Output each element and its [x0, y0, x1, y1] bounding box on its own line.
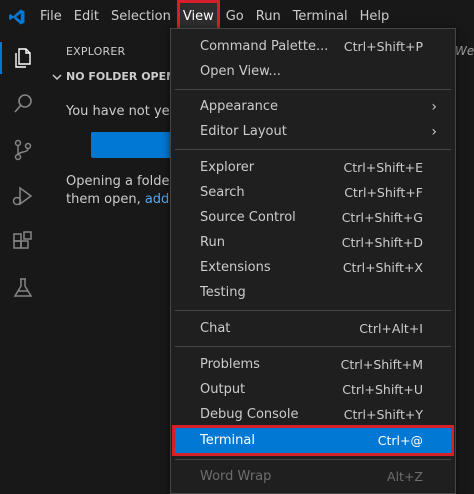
menu-item-label: Appearance [200, 99, 279, 114]
menu-item-shortcut: Ctrl+Shift+G [341, 210, 423, 225]
menu-item-shortcut: Ctrl+Alt+I [359, 321, 423, 336]
menu-item-word-wrap[interactable]: Word Wrap Alt+Z [175, 464, 451, 489]
menu-item-shortcut: Ctrl+Shift+E [343, 160, 424, 175]
menu-item-shortcut: Ctrl+Shift+F [344, 185, 423, 200]
menu-item-explorer[interactable]: Explorer Ctrl+Shift+E [175, 155, 451, 180]
menu-item-output[interactable]: Output Ctrl+Shift+U [175, 377, 451, 402]
menu-item-label: Open View... [200, 64, 281, 79]
menu-item-extensions[interactable]: Extensions Ctrl+Shift+X [175, 255, 451, 280]
menu-item-shortcut: Ctrl+Shift+P [343, 39, 423, 54]
menu-item-label: Debug Console [200, 407, 299, 422]
menu-item-search[interactable]: Search Ctrl+Shift+F [175, 180, 451, 205]
menu-item-label: Extensions [200, 260, 271, 275]
menu-item-label: Explorer [200, 160, 255, 175]
menu-item-shortcut: Alt+Z [387, 469, 423, 484]
source-control-icon[interactable] [0, 132, 46, 168]
menu-item-shortcut: Ctrl+Shift+D [341, 235, 423, 250]
menu-item-label: Search [200, 185, 245, 200]
menu-file[interactable]: File [34, 0, 68, 34]
menu-item-shortcut: Ctrl+Shift+X [342, 260, 423, 275]
menu-item-command-palette[interactable]: Command Palette... Ctrl+Shift+P [175, 34, 451, 59]
search-peek-text: We [455, 44, 474, 58]
menu-item-debug-console[interactable]: Debug Console Ctrl+Shift+Y [175, 402, 451, 427]
menu-item-chat[interactable]: Chat Ctrl+Alt+I [175, 316, 451, 341]
testing-icon[interactable] [0, 270, 46, 306]
menu-item-label: Command Palette... [200, 39, 329, 54]
run-debug-icon[interactable] [0, 178, 46, 214]
no-folder-message: You have not yet o [66, 104, 187, 119]
menu-separator [175, 310, 451, 311]
sidebar-title: EXPLORER [66, 45, 126, 58]
menu-item-terminal[interactable]: Terminal Ctrl+@ [172, 425, 454, 456]
chevron-down-icon [52, 73, 62, 80]
menu-item-editor-layout[interactable]: Editor Layout › [175, 119, 451, 144]
menu-item-label: Testing [200, 285, 246, 300]
menu-item-problems[interactable]: Problems Ctrl+Shift+M [175, 352, 451, 377]
menu-item-label: Output [200, 382, 246, 397]
menu-item-label: Problems [200, 357, 260, 372]
menu-item-shortcut: Ctrl+Shift+M [340, 357, 423, 372]
search-icon[interactable] [0, 86, 46, 122]
explorer-icon[interactable] [0, 40, 46, 76]
view-menu-dropdown: Command Palette... Ctrl+Shift+P Open Vie… [170, 28, 456, 494]
menu-item-shortcut: Ctrl+Shift+Y [343, 407, 423, 422]
menu-item-shortcut: Ctrl+Shift+U [342, 382, 423, 397]
menu-separator [175, 89, 451, 90]
menu-separator [175, 459, 451, 460]
menu-item-label: Word Wrap [200, 469, 272, 484]
menu-separator [175, 346, 451, 347]
menu-item-open-view[interactable]: Open View... [175, 59, 451, 84]
menu-item-testing[interactable]: Testing [175, 280, 451, 305]
menu-item-label: Chat [200, 321, 231, 336]
menu-selection[interactable]: Selection [105, 0, 177, 34]
menu-item-shortcut: Ctrl+@ [377, 433, 423, 448]
menu-item-label: Terminal [200, 433, 255, 448]
extensions-icon[interactable] [0, 224, 46, 260]
activity-bar [0, 34, 46, 494]
menu-separator [175, 149, 451, 150]
menu-item-appearance[interactable]: Appearance › [175, 94, 451, 119]
menu-item-label: Run [200, 235, 225, 250]
submenu-arrow-icon: › [431, 123, 437, 140]
open-folder-hint-text: them open, [66, 192, 145, 207]
menu-edit[interactable]: Edit [68, 0, 105, 34]
menu-item-run[interactable]: Run Ctrl+Shift+D [175, 230, 451, 255]
menu-item-source-control[interactable]: Source Control Ctrl+Shift+G [175, 205, 451, 230]
menu-item-label: Source Control [200, 210, 296, 225]
menu-item-label: Editor Layout [200, 124, 287, 139]
submenu-arrow-icon: › [431, 98, 437, 115]
vscode-logo-icon[interactable] [0, 0, 34, 34]
